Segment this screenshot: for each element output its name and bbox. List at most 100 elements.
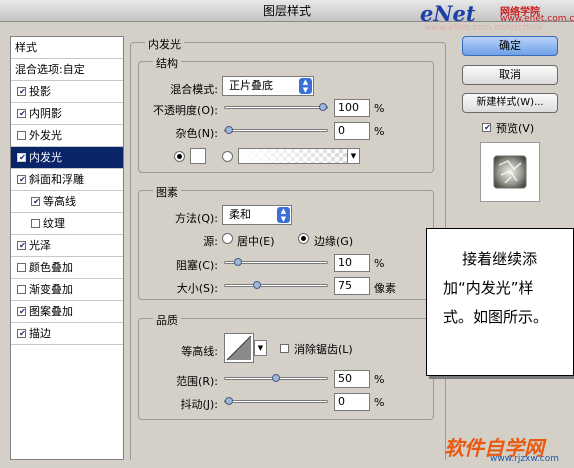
style-list-item-label: 内发光 xyxy=(29,151,62,164)
style-checkbox[interactable] xyxy=(31,219,40,228)
size-slider-knob[interactable] xyxy=(253,281,261,289)
size-field[interactable]: 75 xyxy=(334,277,370,295)
range-label: 范围(R): xyxy=(176,375,218,388)
size-unit: 像素 xyxy=(374,282,396,295)
opacity-unit: % xyxy=(374,102,385,115)
style-checkbox[interactable] xyxy=(17,285,26,294)
contour-dropdown[interactable]: ▼ xyxy=(254,340,267,356)
glow-gradient-picker[interactable] xyxy=(238,148,348,164)
style-list-item-label: 纹理 xyxy=(43,217,65,230)
style-checkbox[interactable] xyxy=(17,241,27,250)
size-label: 大小(S): xyxy=(176,282,218,295)
style-checkbox[interactable] xyxy=(17,263,26,272)
style-list-item-label: 颜色叠加 xyxy=(29,261,73,274)
style-checkbox[interactable] xyxy=(31,197,41,206)
style-list-item[interactable]: 投影 xyxy=(11,81,123,103)
ok-button[interactable]: 确定 xyxy=(462,36,558,56)
style-checkbox[interactable] xyxy=(17,109,27,118)
contour-curve-icon xyxy=(226,335,252,361)
source-edge-radio[interactable] xyxy=(298,233,309,244)
style-checkbox[interactable] xyxy=(17,329,27,338)
antialias-label[interactable]: 消除锯齿(L) xyxy=(294,341,353,357)
source-center-label[interactable]: 居中(E) xyxy=(237,233,275,249)
antialias-checkbox[interactable] xyxy=(280,344,289,353)
color-mode-gradient-radio[interactable] xyxy=(222,151,233,162)
style-list-item[interactable]: 内发光 xyxy=(11,147,123,169)
opacity-label: 不透明度(O): xyxy=(153,104,218,117)
opacity-slider-knob[interactable] xyxy=(319,103,327,111)
window-title: 图层样式 xyxy=(262,4,311,18)
style-list: 样式 混合选项:自定 投影内阴影外发光内发光斜面和浮雕等高线纹理光泽颜色叠加渐变… xyxy=(10,36,124,460)
opacity-field[interactable]: 100 xyxy=(334,99,370,117)
method-label: 方法(Q): xyxy=(175,212,218,225)
jitter-slider[interactable] xyxy=(224,397,328,405)
style-list-item[interactable]: 光泽 xyxy=(11,235,123,257)
style-preview-thumbnail xyxy=(480,142,540,202)
style-list-item-label: 内阴影 xyxy=(29,107,62,120)
glow-color-swatch[interactable] xyxy=(190,148,206,164)
style-list-item-label: 斜面和浮雕 xyxy=(29,173,84,186)
style-list-item[interactable]: 斜面和浮雕 xyxy=(11,169,123,191)
jitter-label: 抖动(J): xyxy=(180,398,218,411)
style-checkbox[interactable] xyxy=(17,87,27,96)
style-list-item[interactable]: 图案叠加 xyxy=(11,301,123,323)
noise-slider-knob[interactable] xyxy=(225,126,233,134)
style-list-item[interactable]: 等高线 xyxy=(11,191,123,213)
color-mode-solid-radio[interactable] xyxy=(174,151,185,162)
style-list-item-label: 图案叠加 xyxy=(29,305,73,318)
select-arrows-icon: ▲ ▼ xyxy=(299,78,312,94)
opacity-slider[interactable] xyxy=(224,103,328,111)
style-checkbox[interactable] xyxy=(17,175,27,184)
style-list-item[interactable]: 内阴影 xyxy=(11,103,123,125)
inner-glow-title: 内发光 xyxy=(145,36,184,52)
source-label: 源: xyxy=(203,235,218,248)
style-list-item-label: 光泽 xyxy=(29,239,51,252)
cancel-button[interactable]: 取消 xyxy=(462,65,558,85)
preview-checkbox[interactable] xyxy=(482,123,492,132)
watermark-faint-url: www.eNet.com.cn/eschool xyxy=(424,23,543,33)
choke-slider-knob[interactable] xyxy=(234,258,242,266)
style-list-item[interactable]: 描边 xyxy=(11,323,123,345)
blend-mode-select[interactable]: 正片叠底 ▲ ▼ xyxy=(222,76,314,96)
style-list-item-label: 外发光 xyxy=(29,129,62,142)
source-edge-label[interactable]: 边缘(G) xyxy=(314,233,353,249)
select-arrows-icon: ▲ ▼ xyxy=(277,207,290,223)
structure-title: 结构 xyxy=(153,55,181,71)
style-checkbox[interactable] xyxy=(17,153,27,162)
method-value: 柔和 xyxy=(229,208,251,221)
contour-label: 等高线: xyxy=(181,345,218,358)
style-checkbox[interactable] xyxy=(17,307,27,316)
style-list-header[interactable]: 样式 xyxy=(11,37,123,59)
footer-url: www.rjzxw.com xyxy=(490,454,559,464)
jitter-field[interactable]: 0 xyxy=(334,393,370,411)
range-slider-knob[interactable] xyxy=(272,374,280,382)
style-list-item[interactable]: 颜色叠加 xyxy=(11,257,123,279)
range-slider[interactable] xyxy=(224,374,328,382)
style-checkbox[interactable] xyxy=(17,131,26,140)
choke-label: 阻塞(C): xyxy=(176,259,218,272)
choke-slider[interactable] xyxy=(224,258,328,266)
gradient-dropdown[interactable]: ▼ xyxy=(347,148,360,164)
jitter-slider-knob[interactable] xyxy=(225,397,233,405)
method-select[interactable]: 柔和 ▲ ▼ xyxy=(222,205,292,225)
contour-picker[interactable] xyxy=(224,333,254,363)
noise-label: 杂色(N): xyxy=(175,127,218,140)
size-slider[interactable] xyxy=(224,281,328,289)
new-style-button[interactable]: 新建样式(W)... xyxy=(462,93,558,113)
tutorial-note: 接着继续添加“内发光”样式。如图所示。 xyxy=(426,228,574,376)
preview-label[interactable]: 预览(V) xyxy=(496,120,534,136)
range-field[interactable]: 50 xyxy=(334,370,370,388)
style-list-item-label: 描边 xyxy=(29,327,51,340)
preview-swatch-icon xyxy=(493,155,527,189)
blend-options-item[interactable]: 混合选项:自定 xyxy=(11,59,123,81)
noise-field[interactable]: 0 xyxy=(334,122,370,140)
noise-slider[interactable] xyxy=(224,126,328,134)
source-center-radio[interactable] xyxy=(222,233,233,244)
elements-title: 图素 xyxy=(153,184,181,200)
style-list-item[interactable]: 渐变叠加 xyxy=(11,279,123,301)
style-list-item[interactable]: 外发光 xyxy=(11,125,123,147)
range-unit: % xyxy=(374,373,385,386)
blend-mode-value: 正片叠底 xyxy=(229,79,273,92)
choke-field[interactable]: 10 xyxy=(334,254,370,272)
style-list-item[interactable]: 纹理 xyxy=(11,213,123,235)
